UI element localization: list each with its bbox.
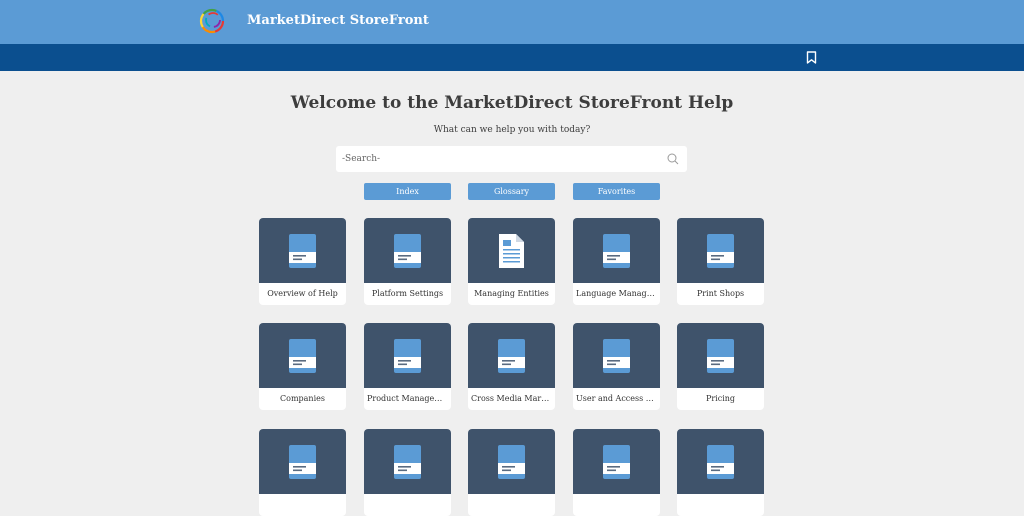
topic-card[interactable] [677, 429, 764, 516]
topic-card-thumbnail [259, 323, 346, 388]
topic-card[interactable]: Language Management [573, 218, 660, 305]
topic-card-label: Platform Settings [371, 289, 444, 298]
page-subtitle: What can we help you with today? [433, 125, 591, 135]
topic-card[interactable] [259, 429, 346, 516]
topic-card-label [680, 494, 761, 516]
bookmark-icon[interactable] [806, 51, 817, 64]
topic-card-label: Language Management [576, 289, 657, 298]
book-icon [603, 339, 630, 373]
topic-card[interactable]: Overview of Help [259, 218, 346, 305]
book-icon [289, 339, 316, 373]
topic-card[interactable]: Print Shops [677, 218, 764, 305]
topic-card-thumbnail [573, 218, 660, 283]
logo-icon [199, 8, 225, 34]
topic-card-label [576, 494, 657, 516]
topic-card[interactable]: Companies [259, 323, 346, 410]
favorites-button[interactable]: Favorites [573, 183, 660, 200]
book-icon [498, 445, 525, 479]
topic-card[interactable] [468, 429, 555, 516]
topic-card-thumbnail [677, 218, 764, 283]
topic-card-label [471, 494, 552, 516]
topic-card-label: Product Management [367, 394, 448, 403]
topic-card-thumbnail [573, 429, 660, 494]
book-icon [289, 234, 316, 268]
topic-card[interactable]: User and Access Management [573, 323, 660, 410]
glossary-button[interactable]: Glossary [468, 183, 555, 200]
topic-card-thumbnail [468, 218, 555, 283]
topic-card-label [367, 494, 448, 516]
topic-card-thumbnail [364, 429, 451, 494]
topic-card-label: Overview of Help [267, 289, 338, 298]
brand-title: MarketDirect StoreFront [247, 13, 429, 28]
topic-card-label: Cross Media Marketing [471, 394, 552, 403]
book-icon [394, 445, 421, 479]
book-icon [707, 339, 734, 373]
topic-card-label [262, 494, 343, 516]
topic-card-label: Print Shops [696, 289, 745, 298]
book-icon [498, 339, 525, 373]
page-title: Welcome to the MarketDirect StoreFront H… [290, 93, 734, 113]
topic-card[interactable]: Product Management [364, 323, 451, 410]
search-box [336, 146, 687, 172]
book-icon [603, 234, 630, 268]
nav-bar [0, 44, 1024, 71]
topic-card-thumbnail [259, 429, 346, 494]
topic-card-thumbnail [259, 218, 346, 283]
topic-card[interactable]: Cross Media Marketing [468, 323, 555, 410]
topic-card-thumbnail [677, 323, 764, 388]
book-icon [707, 234, 734, 268]
index-button[interactable]: Index [364, 183, 451, 200]
topic-card-label: User and Access Management [576, 394, 657, 403]
topic-card[interactable]: Pricing [677, 323, 764, 410]
topic-card[interactable] [364, 429, 451, 516]
book-icon [289, 445, 316, 479]
search-icon[interactable] [667, 153, 679, 165]
topic-card[interactable]: Managing Entities [468, 218, 555, 305]
topic-card-label: Companies [280, 394, 325, 403]
topic-card-label: Pricing [705, 394, 736, 403]
book-icon [394, 234, 421, 268]
topic-card-thumbnail [677, 429, 764, 494]
topic-card-thumbnail [468, 323, 555, 388]
topic-card-thumbnail [573, 323, 660, 388]
search-input[interactable] [336, 146, 656, 172]
topic-card-label: Managing Entities [474, 289, 549, 298]
book-icon [394, 339, 421, 373]
top-header: MarketDirect StoreFront [0, 0, 1024, 44]
book-icon [603, 445, 630, 479]
topic-card-thumbnail [468, 429, 555, 494]
topic-card-thumbnail [364, 323, 451, 388]
book-icon [707, 445, 734, 479]
topic-card[interactable]: Platform Settings [364, 218, 451, 305]
topic-card[interactable] [573, 429, 660, 516]
document-icon [499, 234, 524, 268]
topic-card-thumbnail [364, 218, 451, 283]
